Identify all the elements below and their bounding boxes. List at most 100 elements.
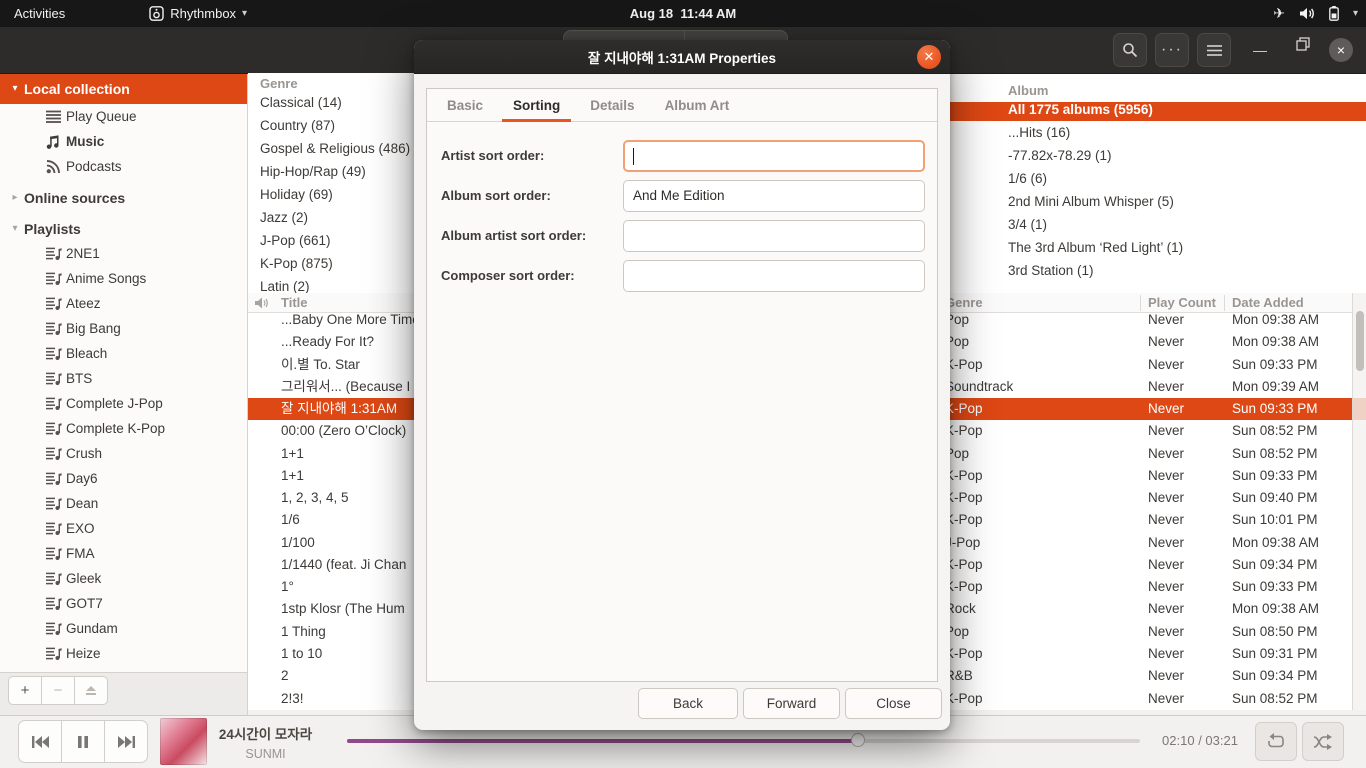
section-label: Local collection: [24, 80, 130, 97]
seek-handle[interactable]: [851, 733, 865, 747]
next-icon: [117, 735, 135, 748]
track-date-added-cell: Mon 09:38 AM: [1232, 334, 1320, 350]
sidebar-section-online-sources[interactable]: ▸ Online sources: [0, 185, 247, 210]
dialog-titlebar[interactable]: 잘 지내야해 1:31AM Properties ✕: [414, 40, 950, 74]
track-date-added-cell: Sun 09:40 PM: [1232, 490, 1318, 506]
sidebar-playlist-day6[interactable]: Day6: [0, 466, 247, 491]
album-item-2nd-mini-album-whisper-5[interactable]: 2nd Mini Album Whisper (5): [950, 190, 1366, 213]
tab-details[interactable]: Details: [590, 89, 634, 122]
column-header-title[interactable]: Title: [281, 293, 308, 313]
play-queue-icon: [46, 110, 66, 123]
album-item-hits-16[interactable]: ...Hits (16): [950, 121, 1366, 144]
remove-playlist-button[interactable]: −: [41, 676, 75, 705]
sidebar-playlist-bleach[interactable]: Bleach: [0, 341, 247, 366]
track-play-count-cell: Never: [1148, 356, 1185, 372]
tab-sorting[interactable]: Sorting: [501, 89, 572, 122]
sidebar-playlist-anime-songs[interactable]: Anime Songs: [0, 266, 247, 291]
input-album-artist-sort-order[interactable]: [623, 220, 925, 252]
seek-slider[interactable]: [347, 733, 1140, 747]
repeat-button[interactable]: [1255, 722, 1297, 761]
playlist-label: EXO: [66, 521, 95, 536]
sidebar-playlist-complete-j-pop[interactable]: Complete J-Pop: [0, 391, 247, 416]
column-header-play-count[interactable]: Play Count: [1148, 293, 1222, 313]
back-button[interactable]: Back: [638, 688, 738, 719]
search-button[interactable]: [1113, 33, 1147, 67]
clock[interactable]: Aug 18 11:44 AM: [0, 6, 1366, 21]
sidebar-item-play-queue[interactable]: Play Queue: [0, 104, 247, 129]
playlist-label: GOT7: [66, 596, 103, 611]
podcasts-icon: [46, 159, 66, 174]
playlist-label: Crush: [66, 446, 103, 461]
playlist-icon: [46, 347, 66, 360]
input-artist-sort-order[interactable]: [623, 140, 925, 172]
track-title-cell: 1 to 10: [281, 645, 323, 661]
track-date-added-cell: Sun 09:34 PM: [1232, 668, 1318, 684]
sidebar-playlist-crush[interactable]: Crush: [0, 441, 247, 466]
column-header-genre[interactable]: Genre: [945, 293, 983, 313]
sidebar-item-music[interactable]: Music: [0, 129, 247, 154]
track-genre-cell: K-Pop: [945, 467, 983, 483]
track-title-cell: 2: [281, 668, 289, 684]
battery-icon: [1329, 6, 1339, 21]
sidebar-item-label: Music: [66, 134, 105, 149]
sidebar-playlist-got7[interactable]: GOT7: [0, 591, 247, 616]
sidebar-playlist-gleek[interactable]: Gleek: [0, 566, 247, 591]
eject-button[interactable]: [74, 676, 108, 705]
scrollbar-thumb[interactable]: [1356, 311, 1364, 371]
playlist-label: Heize: [66, 646, 101, 661]
album-item-3-4-1[interactable]: 3/4 (1): [950, 213, 1366, 236]
track-play-count-cell: Never: [1148, 490, 1185, 506]
album-item-1-6-6[interactable]: 1/6 (6): [950, 167, 1366, 190]
menu-button[interactable]: [1197, 33, 1231, 67]
track-play-count-cell: Never: [1148, 378, 1185, 394]
sidebar-playlist-gundam[interactable]: Gundam: [0, 616, 247, 641]
track-play-count-cell: Never: [1148, 423, 1185, 439]
sidebar-playlist-exo[interactable]: EXO: [0, 516, 247, 541]
restore-button[interactable]: [1296, 37, 1310, 51]
forward-button[interactable]: Forward: [743, 688, 840, 719]
album-pane-header[interactable]: Album: [950, 80, 1366, 102]
input-album-sort-order[interactable]: And Me Edition: [623, 180, 925, 212]
shuffle-button[interactable]: [1302, 722, 1344, 761]
field-label-album-sort-order: Album sort order:: [441, 188, 551, 203]
chevron-down-icon: ▾: [12, 83, 18, 94]
add-playlist-button[interactable]: +: [8, 676, 42, 705]
tab-album-art[interactable]: Album Art: [665, 89, 730, 122]
track-title-cell: 1stp Klosr (The Hum: [281, 601, 405, 617]
track-title-cell: 1+1: [281, 445, 304, 461]
previous-icon: [31, 735, 49, 748]
input-composer-sort-order[interactable]: [623, 260, 925, 292]
sidebar: ▾ Local collection Play Queue Music Podcas…: [0, 73, 248, 672]
sidebar-playlist-fma[interactable]: FMA: [0, 541, 247, 566]
next-button[interactable]: [104, 720, 148, 763]
tracklist-scrollbar[interactable]: [1352, 293, 1366, 710]
dialog-close-button[interactable]: ✕: [917, 45, 941, 69]
sidebar-playlist-bts[interactable]: BTS: [0, 366, 247, 391]
sidebar-playlist-complete-k-pop[interactable]: Complete K-Pop: [0, 416, 247, 441]
sidebar-section-local-collection[interactable]: ▾ Local collection: [0, 73, 247, 104]
track-date-added-cell: Mon 09:38 AM: [1232, 534, 1320, 550]
pause-button[interactable]: [61, 720, 105, 763]
tab-basic[interactable]: Basic: [447, 89, 483, 122]
album-item-the-3rd-album-red-light-1[interactable]: The 3rd Album ‘Red Light’ (1): [950, 236, 1366, 259]
system-status-area[interactable]: ✈ ▾: [1273, 0, 1358, 27]
sidebar-section-playlists[interactable]: ▾ Playlists: [0, 216, 247, 241]
sidebar-playlist-heize[interactable]: Heize: [0, 641, 247, 666]
track-title-cell: 이.별 To. Star: [281, 356, 360, 372]
more-options-button[interactable]: ···: [1155, 33, 1189, 67]
playlist-label: Ateez: [66, 296, 101, 311]
close-button[interactable]: Close: [845, 688, 942, 719]
album-item-77-82x-78-29-1[interactable]: -77.82x-78.29 (1): [950, 144, 1366, 167]
sidebar-playlist-2ne1[interactable]: 2NE1: [0, 241, 247, 266]
sidebar-playlist-big-bang[interactable]: Big Bang: [0, 316, 247, 341]
column-header-date-added[interactable]: Date Added: [1232, 293, 1304, 313]
previous-button[interactable]: [18, 720, 62, 763]
minimize-button[interactable]: —: [1253, 40, 1267, 60]
sidebar-playlist-ateez[interactable]: Ateez: [0, 291, 247, 316]
window-close-button[interactable]: ×: [1329, 38, 1353, 62]
playlist-label: Day6: [66, 471, 98, 486]
track-genre-cell: K-Pop: [945, 690, 983, 706]
album-item-3rd-station-1[interactable]: 3rd Station (1): [950, 259, 1366, 282]
sidebar-playlist-dean[interactable]: Dean: [0, 491, 247, 516]
sidebar-item-podcasts[interactable]: Podcasts: [0, 154, 247, 179]
